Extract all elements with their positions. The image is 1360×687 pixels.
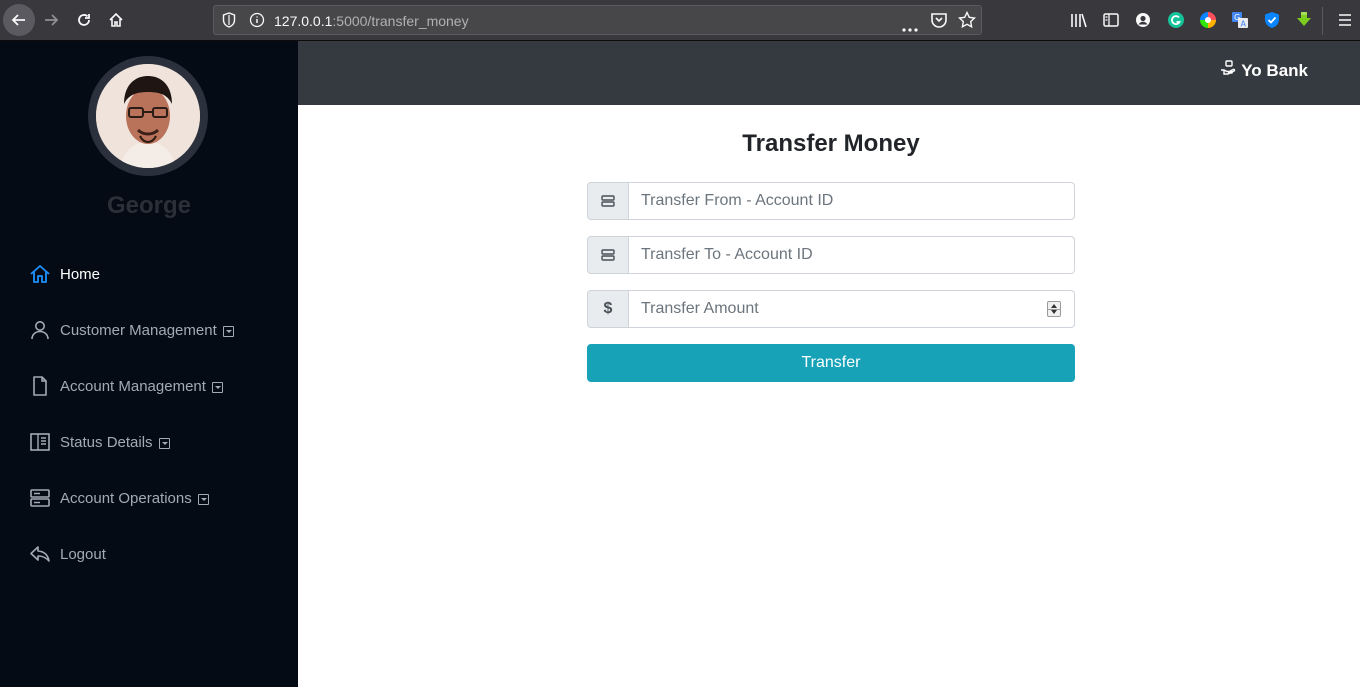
sidebar-item-label: Home — [60, 265, 101, 283]
number-stepper[interactable] — [1047, 301, 1061, 317]
arrow-right-icon — [45, 14, 59, 26]
brand-name: Yo Bank — [1241, 60, 1308, 80]
stepper-down-icon[interactable] — [1051, 310, 1057, 314]
user-icon — [29, 319, 51, 341]
hand-holding-money-icon — [1220, 60, 1236, 81]
top-navbar: Yo Bank — [298, 41, 1360, 105]
document-icon — [29, 375, 51, 397]
url-path: :5000/transfer_money — [332, 13, 469, 29]
stepper-up-icon[interactable] — [1051, 304, 1057, 308]
dropdown-caret-icon[interactable] — [197, 493, 209, 505]
url-text[interactable]: 127.0.0.1:5000/transfer_money — [274, 13, 469, 29]
dropdown-caret-icon[interactable] — [211, 381, 223, 393]
transfer-button[interactable]: Transfer — [587, 344, 1075, 382]
transfer-amount-group: $ — [587, 290, 1075, 328]
home-button[interactable] — [101, 5, 131, 35]
download-helper-icon[interactable] — [1294, 10, 1314, 30]
sidebar-item-label: Customer Management — [60, 321, 217, 339]
sidebar-menu: Home Customer Management Account Managem… — [0, 246, 298, 582]
transfer-from-group — [587, 182, 1075, 220]
panel-icon — [29, 431, 51, 453]
browser-toolbar: 127.0.0.1:5000/transfer_money GA — [0, 0, 1360, 41]
server-icon — [587, 236, 629, 274]
server-icon — [29, 487, 51, 509]
house-icon — [109, 12, 123, 27]
page-actions-icon[interactable] — [902, 19, 918, 37]
reload-button[interactable] — [69, 5, 99, 35]
transfer-to-input[interactable] — [629, 236, 1075, 274]
library-icon[interactable] — [1069, 10, 1089, 30]
home-icon — [29, 263, 51, 285]
reload-icon — [78, 14, 90, 26]
page-title: Transfer Money — [742, 130, 920, 157]
bookmark-star-icon[interactable] — [957, 10, 977, 34]
sidebar-item-account-management[interactable]: Account Management — [0, 358, 298, 414]
sidebar-item-label: Status Details — [60, 433, 153, 451]
toolbar-separator — [1322, 7, 1323, 35]
sidebar-item-label: Logout — [60, 545, 106, 563]
server-icon — [587, 182, 629, 220]
pocket-icon[interactable] — [930, 11, 948, 34]
arrow-left-icon — [11, 14, 25, 26]
sidebar-item-home[interactable]: Home — [0, 246, 298, 302]
dropdown-caret-icon[interactable] — [222, 325, 234, 337]
site-info-icon[interactable] — [249, 12, 265, 33]
tracking-shield-icon[interactable] — [222, 12, 236, 33]
svg-text:A: A — [1241, 20, 1247, 29]
sidebar-item-logout[interactable]: Logout — [0, 526, 298, 582]
transfer-to-group — [587, 236, 1075, 274]
sidebar-item-customer-management[interactable]: Customer Management — [0, 302, 298, 358]
svg-text:G: G — [1234, 13, 1240, 22]
sidebar-item-status-details[interactable]: Status Details — [0, 414, 298, 470]
grammarly-icon[interactable] — [1166, 10, 1186, 30]
reply-icon — [29, 543, 51, 565]
adblock-shield-icon[interactable] — [1262, 10, 1282, 30]
account-icon[interactable] — [1133, 10, 1153, 30]
back-button[interactable] — [3, 4, 35, 36]
sidebar: George Home Customer Management Account … — [0, 41, 298, 687]
user-name: George — [106, 192, 192, 219]
transfer-amount-input[interactable] — [629, 290, 1075, 328]
address-bar[interactable]: 127.0.0.1:5000/transfer_money — [213, 5, 982, 35]
forward-button[interactable] — [36, 5, 66, 35]
sidebar-item-account-operations[interactable]: Account Operations — [0, 470, 298, 526]
translate-icon[interactable]: GA — [1230, 10, 1250, 30]
sidebar-item-label: Account Management — [60, 377, 206, 395]
color-picker-icon[interactable] — [1198, 10, 1218, 30]
dropdown-caret-icon[interactable] — [158, 437, 170, 449]
hamburger-menu-icon[interactable] — [1335, 10, 1355, 30]
sidebar-toggle-icon[interactable] — [1101, 10, 1121, 30]
avatar[interactable] — [88, 56, 208, 176]
transfer-from-input[interactable] — [629, 182, 1075, 220]
sidebar-item-label: Account Operations — [60, 489, 192, 507]
url-host: 127.0.0.1 — [274, 13, 333, 29]
profile-photo — [96, 64, 200, 168]
dollar-sign-icon: $ — [587, 290, 629, 328]
brand-link[interactable]: Yo Bank — [1220, 60, 1308, 81]
